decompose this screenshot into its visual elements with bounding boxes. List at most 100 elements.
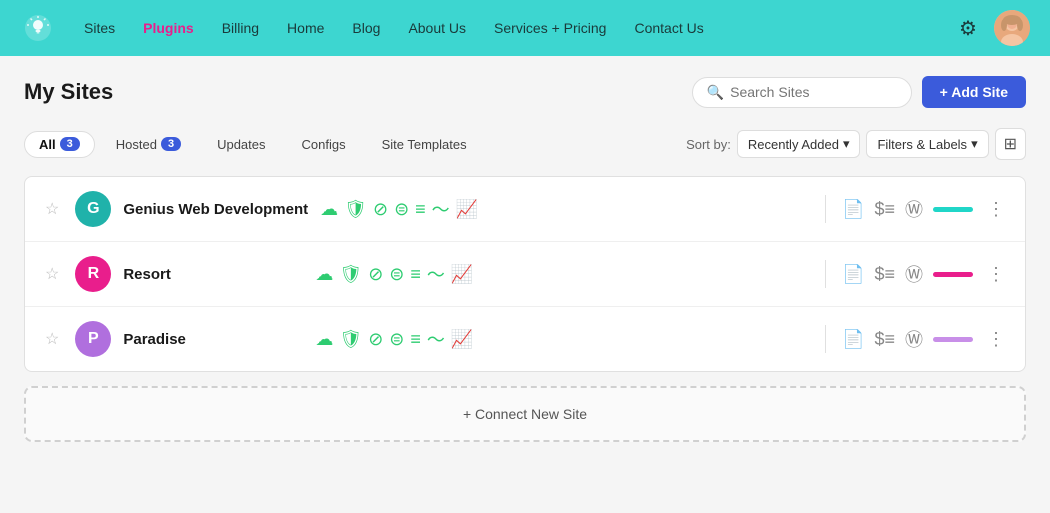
- filter-hosted-badge: 3: [161, 137, 181, 151]
- filter-updates[interactable]: Updates: [202, 131, 280, 158]
- settings-button[interactable]: ⚙: [952, 12, 984, 44]
- sort-section: Sort by: Recently Added ▾: [686, 130, 860, 158]
- site-avatar-0: G: [75, 191, 111, 227]
- filter-updates-label: Updates: [217, 137, 265, 152]
- layers-icon: ⊜: [394, 199, 409, 220]
- star-button-2[interactable]: ☆: [41, 329, 63, 349]
- shield-icon: 🛡: [339, 329, 362, 350]
- separator: [825, 260, 826, 288]
- bolt-icon: ⊘: [373, 199, 388, 220]
- color-bar-0: [933, 207, 973, 212]
- menu-icon: ≡: [415, 199, 426, 220]
- shield-icon: 🛡: [344, 199, 367, 220]
- nav-home[interactable]: Home: [275, 14, 336, 42]
- nav-plugins[interactable]: Plugins: [131, 14, 206, 42]
- sites-list: ☆ G Genius Web Development ☁ 🛡 ⊘ ⊜ ≡ 〜 📈…: [24, 176, 1026, 372]
- menu-icon: ≡: [410, 329, 421, 350]
- cloud-icon: ☁: [315, 329, 333, 350]
- filter-hosted[interactable]: Hosted 3: [101, 131, 196, 158]
- filter-hosted-label: Hosted: [116, 137, 157, 152]
- billing-icon: $≡: [874, 329, 895, 350]
- sort-chevron-icon: ▾: [843, 136, 850, 152]
- nav-services[interactable]: Services + Pricing: [482, 14, 618, 42]
- shield-icon: 🛡: [339, 264, 362, 285]
- nav-sites[interactable]: Sites: [72, 14, 127, 42]
- site-icons-1: ☁ 🛡 ⊘ ⊜ ≡ 〜 📈: [315, 261, 809, 287]
- site-actions-1: 📄 $≡ Ⓦ ⋮: [842, 260, 1009, 289]
- nav-links: Sites Plugins Billing Home Blog About Us…: [72, 14, 952, 42]
- wordpress-icon: Ⓦ: [905, 196, 923, 222]
- layers-icon: ⊜: [389, 264, 404, 285]
- color-bar-1: [933, 272, 973, 277]
- filter-all-badge: 3: [60, 137, 80, 151]
- filter-configs[interactable]: Configs: [287, 131, 361, 158]
- site-avatar-1: R: [75, 256, 111, 292]
- pages-icon: 📄: [842, 199, 864, 220]
- search-input[interactable]: [730, 84, 897, 100]
- nav-billing[interactable]: Billing: [210, 14, 271, 42]
- separator: [825, 195, 826, 223]
- more-button-2[interactable]: ⋮: [983, 325, 1009, 354]
- activity-icon: 〜: [427, 326, 445, 352]
- connect-new-site[interactable]: + Connect New Site: [24, 386, 1026, 442]
- site-name-0: Genius Web Development: [123, 201, 308, 218]
- header-actions: 🔍 + Add Site: [692, 76, 1026, 108]
- filters-labels-chevron-icon: ▾: [971, 136, 978, 152]
- filter-site-templates[interactable]: Site Templates: [367, 131, 482, 158]
- page-title: My Sites: [24, 79, 113, 105]
- cloud-icon: ☁: [315, 264, 333, 285]
- site-actions-2: 📄 $≡ Ⓦ ⋮: [842, 325, 1009, 354]
- menu-icon: ≡: [410, 264, 421, 285]
- chart-icon: 📈: [451, 264, 473, 285]
- bolt-icon: ⊘: [368, 264, 383, 285]
- avatar[interactable]: [994, 10, 1030, 46]
- add-site-button[interactable]: + Add Site: [922, 76, 1026, 108]
- activity-icon: 〜: [432, 196, 450, 222]
- layers-icon: ⊜: [389, 329, 404, 350]
- filter-configs-label: Configs: [302, 137, 346, 152]
- nav-about[interactable]: About Us: [396, 14, 478, 42]
- table-row: ☆ P Paradise ☁ 🛡 ⊘ ⊜ ≡ 〜 📈 📄 $≡ Ⓦ ⋮: [25, 307, 1025, 371]
- site-icons-0: ☁ 🛡 ⊘ ⊜ ≡ 〜 📈: [320, 196, 809, 222]
- nav-contact[interactable]: Contact Us: [622, 14, 715, 42]
- filter-site-templates-label: Site Templates: [382, 137, 467, 152]
- search-icon: 🔍: [707, 84, 724, 101]
- navbar: Sites Plugins Billing Home Blog About Us…: [0, 0, 1050, 56]
- site-actions-0: 📄 $≡ Ⓦ ⋮: [842, 195, 1009, 224]
- grid-view-button[interactable]: ⊞: [995, 128, 1026, 160]
- filters-labels-label: Filters & Labels: [877, 137, 967, 152]
- main-content: My Sites 🔍 + Add Site All 3 Hosted 3 Upd…: [0, 56, 1050, 513]
- site-icons-2: ☁ 🛡 ⊘ ⊜ ≡ 〜 📈: [315, 326, 809, 352]
- site-avatar-2: P: [75, 321, 111, 357]
- page-header: My Sites 🔍 + Add Site: [24, 76, 1026, 108]
- filters-labels-button[interactable]: Filters & Labels ▾: [866, 130, 988, 158]
- site-name-2: Paradise: [123, 331, 303, 348]
- site-name-1: Resort: [123, 266, 303, 283]
- activity-icon: 〜: [427, 261, 445, 287]
- separator: [825, 325, 826, 353]
- search-box: 🔍: [692, 77, 912, 108]
- more-button-0[interactable]: ⋮: [983, 195, 1009, 224]
- sort-dropdown[interactable]: Recently Added ▾: [737, 130, 861, 158]
- nav-right: ⚙: [952, 10, 1030, 46]
- billing-icon: $≡: [874, 264, 895, 285]
- table-row: ☆ G Genius Web Development ☁ 🛡 ⊘ ⊜ ≡ 〜 📈…: [25, 177, 1025, 242]
- filter-bar: All 3 Hosted 3 Updates Configs Site Temp…: [24, 128, 1026, 160]
- billing-icon: $≡: [874, 199, 895, 220]
- bolt-icon: ⊘: [368, 329, 383, 350]
- filter-all-label: All: [39, 137, 56, 152]
- nav-blog[interactable]: Blog: [340, 14, 392, 42]
- table-row: ☆ R Resort ☁ 🛡 ⊘ ⊜ ≡ 〜 📈 📄 $≡ Ⓦ ⋮: [25, 242, 1025, 307]
- more-button-1[interactable]: ⋮: [983, 260, 1009, 289]
- sort-label: Sort by:: [686, 137, 731, 152]
- chart-icon: 📈: [451, 329, 473, 350]
- pages-icon: 📄: [842, 264, 864, 285]
- star-button-1[interactable]: ☆: [41, 264, 63, 284]
- logo[interactable]: [20, 10, 56, 46]
- chart-icon: 📈: [456, 199, 478, 220]
- star-button-0[interactable]: ☆: [41, 199, 63, 219]
- cloud-icon: ☁: [320, 199, 338, 220]
- grid-icon: ⊞: [1004, 134, 1017, 154]
- pages-icon: 📄: [842, 329, 864, 350]
- filter-all[interactable]: All 3: [24, 131, 95, 158]
